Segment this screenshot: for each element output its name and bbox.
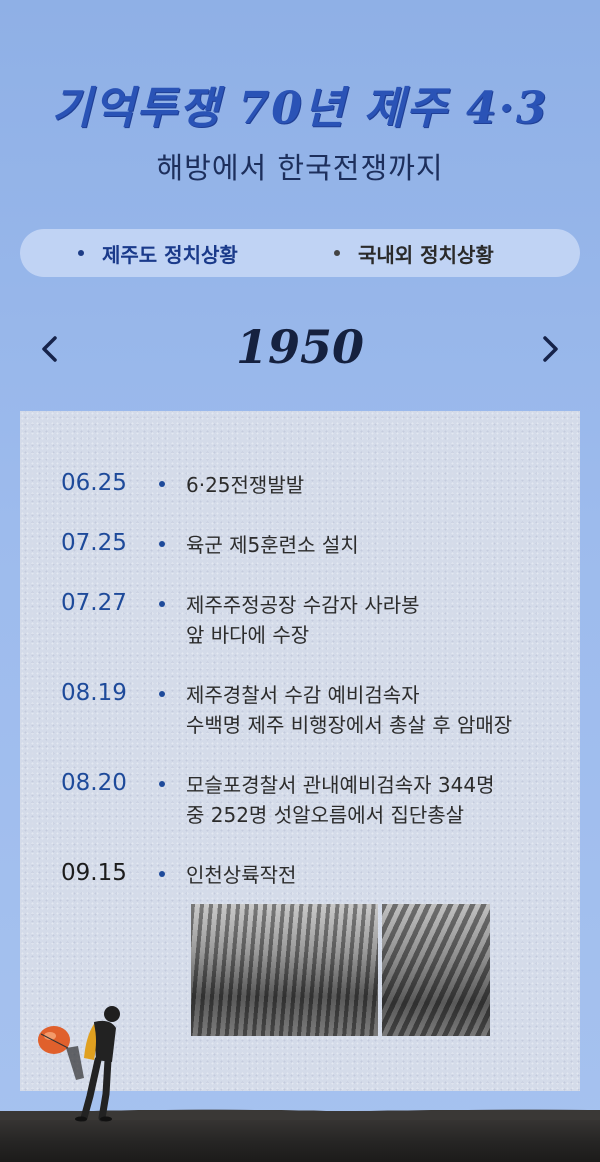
chevron-right-icon bbox=[543, 336, 558, 362]
year-label: 1950 bbox=[235, 320, 365, 374]
event-text: 제주주정공장 수감자 사라봉 앞 바다에 수장 bbox=[186, 593, 420, 647]
event-text: 모슬포경찰서 관내예비검속자 344명 중 252명 섯알오름에서 집단총살 bbox=[186, 773, 495, 827]
event-text: 인천상륙작전 bbox=[186, 863, 297, 887]
event-text: 6·25전쟁발발 bbox=[186, 473, 305, 497]
event-date: 09.15 bbox=[61, 860, 127, 886]
event-bullet bbox=[159, 871, 165, 877]
event-bullet bbox=[159, 781, 165, 787]
event-bullet bbox=[159, 541, 165, 547]
event-bullet bbox=[159, 691, 165, 697]
event-text: 제주경찰서 수감 예비검속자 수백명 제주 비행장에서 총살 후 암매장 bbox=[186, 683, 513, 737]
event-date: 07.25 bbox=[61, 530, 127, 556]
event-text: 육군 제5훈련소 설치 bbox=[186, 533, 359, 557]
tab-bullet bbox=[334, 250, 340, 256]
tab-bullet bbox=[78, 250, 84, 256]
tab-domestic-international-politics[interactable]: 국내외 정치상황 bbox=[334, 229, 494, 277]
tab-jeju-politics[interactable]: 제주도 정치상황 bbox=[78, 229, 238, 277]
event-date: 08.20 bbox=[61, 770, 127, 796]
event-date: 07.27 bbox=[61, 590, 127, 616]
event-date: 06.25 bbox=[61, 470, 127, 496]
incheon-landing-troops-photo bbox=[191, 904, 378, 1036]
next-year-button[interactable] bbox=[538, 334, 562, 364]
event-bullet bbox=[159, 601, 165, 607]
tab-label: 국내외 정치상황 bbox=[358, 242, 494, 267]
event-date: 08.19 bbox=[61, 680, 127, 706]
haenyeo-diver-illustration bbox=[38, 1006, 120, 1122]
incheon-landing-bridge-photo bbox=[382, 904, 490, 1036]
tab-bar: 제주도 정치상황 국내외 정치상황 bbox=[20, 229, 580, 277]
page-subtitle: 해방에서 한국전쟁까지 bbox=[156, 151, 444, 185]
page-title: 기억투쟁 70년 제주 4·3 bbox=[51, 83, 549, 134]
event-bullet bbox=[159, 481, 165, 487]
tab-label: 제주도 정치상황 bbox=[102, 242, 238, 267]
